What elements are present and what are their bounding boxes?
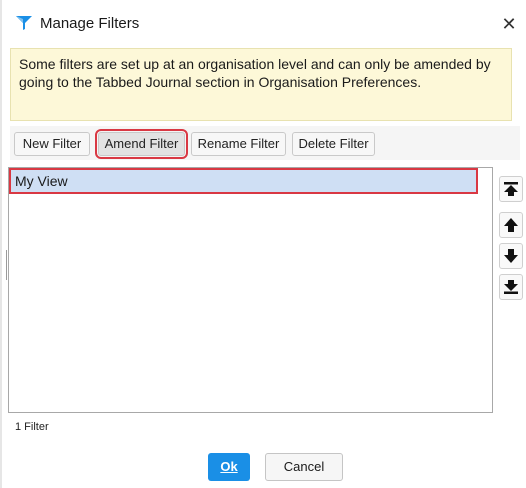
window-edge	[0, 0, 2, 488]
cancel-button[interactable]: Cancel	[265, 453, 343, 481]
delete-filter-button[interactable]: Delete Filter	[292, 132, 375, 156]
amend-filter-button[interactable]: Amend Filter	[95, 129, 188, 159]
funnel-icon	[14, 13, 34, 33]
move-to-bottom-icon	[504, 280, 518, 294]
move-to-top-button[interactable]	[499, 176, 523, 202]
rename-filter-button[interactable]: Rename Filter	[191, 132, 286, 156]
resize-marker	[6, 250, 7, 280]
new-filter-button[interactable]: New Filter	[14, 132, 90, 156]
move-up-icon	[504, 218, 518, 232]
info-banner: Some filters are set up at an organisati…	[10, 48, 512, 121]
dialog-title: Manage Filters	[40, 15, 140, 32]
ok-button[interactable]: Ok	[208, 453, 250, 481]
move-to-bottom-button[interactable]	[499, 274, 523, 300]
list-item[interactable]: My View	[9, 168, 478, 194]
move-down-button[interactable]	[499, 243, 523, 269]
move-down-icon	[504, 249, 518, 263]
move-up-button[interactable]	[499, 212, 523, 238]
close-button[interactable]: ✕	[496, 10, 522, 36]
dialog-titlebar: Manage Filters ✕	[8, 0, 526, 46]
filter-count: 1 Filter	[15, 421, 49, 433]
filter-toolbar: New Filter Amend Filter Rename Filter De…	[10, 126, 520, 160]
close-icon: ✕	[501, 14, 517, 34]
move-to-top-icon	[504, 182, 518, 196]
filter-list[interactable]: My View	[8, 167, 493, 413]
